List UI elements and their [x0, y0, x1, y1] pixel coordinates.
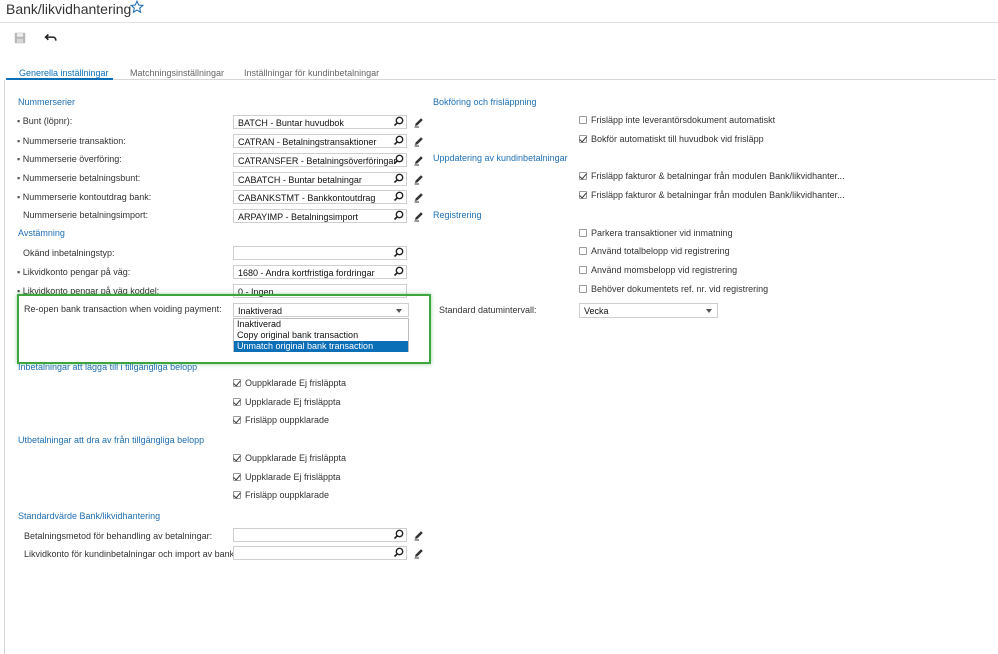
page-title: Bank/likvidhantering: [6, 1, 132, 17]
section-utbetalningar: Utbetalningar att dra av från tillgängli…: [18, 435, 205, 445]
favorite-star-icon[interactable]: [130, 0, 144, 14]
edit-pencil-icon[interactable]: [413, 191, 425, 203]
header-divider: [0, 22, 998, 23]
search-icon[interactable]: [392, 190, 406, 204]
betalningsmetod-field[interactable]: [233, 528, 407, 542]
checkbox-label: Behöver dokumentets ref. nr. vid registr…: [591, 284, 769, 294]
checkbox-label: Frisläpp inte leverantörsdokument automa…: [591, 115, 776, 125]
field-label-standard-datumintervall: Standard datumintervall:: [439, 305, 537, 315]
checkbox-label: Uppklarade Ej frisläppta: [245, 397, 341, 407]
nummerserie-betalningsimport-field[interactable]: ARPAYIMP - Betalningsimport: [233, 209, 407, 223]
checkbox-label: Frisläpp fakturor & betalningar från mod…: [591, 171, 845, 181]
nummerserie-transaktion-field[interactable]: CATRAN - Betalningstransaktioner: [233, 134, 407, 148]
field-label-bunt: ▪ Bunt (löpnr):: [17, 116, 73, 126]
field-label-nummerserie-betalningsimport: Nummerserie betalningsimport:: [23, 210, 149, 220]
field-label-likvidkonto-kundinbetalningar: Likvidkonto för kundinbetalningar och im…: [24, 549, 247, 559]
checkbox-label: Använd momsbelopp vid registrering: [591, 265, 738, 275]
save-icon[interactable]: [13, 31, 27, 45]
section-standardvarde: Standardvärde Bank/likvidhantering: [18, 511, 161, 521]
checkbox-label: Parkera transaktioner vid inmatning: [591, 228, 733, 238]
section-nummerserier: Nummerserier: [18, 97, 76, 107]
edit-pencil-icon[interactable]: [413, 547, 425, 559]
edit-pencil-icon[interactable]: [413, 529, 425, 541]
section-avstamning: Avstämning: [18, 228, 65, 238]
checkbox-inbetalningar-uppklarade[interactable]: [233, 398, 241, 406]
undo-icon[interactable]: [44, 31, 58, 45]
search-icon[interactable]: [392, 528, 406, 542]
bunt-field[interactable]: BATCH - Buntar huvudbok: [233, 115, 407, 129]
field-label-likvidkonto-pengar-pa-vag: ▪ Likvidkonto pengar på väg:: [17, 267, 131, 277]
likvidkonto-pengar-pa-vag-field[interactable]: 1680 - Andra kortfristiga fordringar: [233, 265, 407, 279]
checkbox-label: Ouppklarade Ej frisläppta: [245, 453, 347, 463]
checkbox-utbetalningar-frislapp[interactable]: [233, 491, 241, 499]
field-label-nummerserie-overforing: ▪ Nummerserie överföring:: [17, 154, 122, 164]
nummerserie-kontoutdrag-field[interactable]: CABANKSTMT - Bankkontoutdrag: [233, 190, 407, 204]
checkbox-anvand-momsbelopp[interactable]: [579, 266, 587, 274]
panel-left-border: [4, 80, 5, 654]
field-label-nummerserie-transaktion: ▪ Nummerserie transaktion:: [17, 136, 126, 146]
checkbox-frislapp-fakturor-2[interactable]: [579, 191, 587, 199]
likvidkonto-kundinbetalningar-field[interactable]: [233, 546, 407, 560]
checkbox-anvand-totalbelopp[interactable]: [579, 247, 587, 255]
checkbox-label: Frisläpp ouppklarade: [245, 490, 330, 500]
active-tab-indicator: [6, 78, 113, 80]
checkbox-utbetalningar-uppklarade[interactable]: [233, 473, 241, 481]
checkbox-label: Använd totalbelopp vid registrering: [591, 246, 730, 256]
field-label-betalningsmetod: Betalningsmetod för behandling av betaln…: [24, 531, 213, 541]
section-inbetalningar: Inbetalningar att lägga till i tillgängl…: [18, 362, 198, 372]
search-icon[interactable]: [392, 134, 406, 148]
checkbox-label: Uppklarade Ej frisläppta: [245, 472, 341, 482]
search-icon[interactable]: [392, 246, 406, 260]
checkbox-bokfor-automatiskt[interactable]: [579, 135, 587, 143]
tabs-baseline: [6, 79, 996, 80]
tab-matchningsinstallningar[interactable]: Matchningsinställningar: [130, 68, 224, 78]
checkbox-inbetalningar-frislapp[interactable]: [233, 416, 241, 424]
edit-pencil-icon[interactable]: [413, 135, 425, 147]
field-label-okand-inbetalningstyp: Okänd inbetalningstyp:: [23, 248, 115, 258]
checkbox-utbetalningar-ouppklarade[interactable]: [233, 454, 241, 462]
edit-pencil-icon[interactable]: [413, 173, 425, 185]
standard-datumintervall-select[interactable]: Vecka: [579, 303, 718, 318]
section-registrering: Registrering: [433, 210, 482, 220]
field-label-nummerserie-betalningsbunt: ▪ Nummerserie betalningsbunt:: [17, 173, 141, 183]
section-uppdatering: Uppdatering av kundinbetalningar: [433, 153, 568, 163]
okand-inbetalningstyp-field[interactable]: [233, 246, 407, 260]
chevron-down-icon[interactable]: [706, 309, 712, 313]
search-icon[interactable]: [392, 153, 406, 167]
edit-pencil-icon[interactable]: [413, 210, 425, 222]
checkbox-label: Bokför automatiskt till huvudbok vid fri…: [591, 134, 764, 144]
section-bokforing: Bokföring och frisläppning: [433, 97, 537, 107]
checkbox-frislapp-inte-leverantor[interactable]: [579, 116, 587, 124]
search-icon[interactable]: [392, 172, 406, 186]
checkbox-label: Ouppklarade Ej frisläppta: [245, 378, 347, 388]
edit-pencil-icon[interactable]: [413, 154, 425, 166]
checkbox-label: Frisläpp fakturor & betalningar från mod…: [591, 190, 845, 200]
nummerserie-betalningsbunt-field[interactable]: CABATCH - Buntar betalningar: [233, 172, 407, 186]
highlight-frame: [17, 294, 431, 364]
tab-installningar-kundinbetalningar[interactable]: Inställningar för kundinbetalningar: [244, 68, 379, 78]
search-icon[interactable]: [392, 115, 406, 129]
nummerserie-overforing-field[interactable]: CATRANSFER - Betalningsöverföringar: [233, 153, 407, 167]
edit-pencil-icon[interactable]: [413, 116, 425, 128]
checkbox-label: Frisläpp ouppklarade: [245, 415, 330, 425]
field-label-nummerserie-kontoutdrag: ▪ Nummerserie kontoutdrag bank:: [17, 192, 152, 202]
checkbox-behover-ref-nr[interactable]: [579, 285, 587, 293]
checkbox-inbetalningar-ouppklarade[interactable]: [233, 379, 241, 387]
search-icon[interactable]: [392, 209, 406, 223]
search-icon[interactable]: [392, 265, 406, 279]
tab-generella-installningar[interactable]: Generella inställningar: [19, 68, 109, 78]
search-icon[interactable]: [392, 546, 406, 560]
checkbox-frislapp-fakturor-1[interactable]: [579, 172, 587, 180]
checkbox-parkera-transaktioner[interactable]: [579, 229, 587, 237]
